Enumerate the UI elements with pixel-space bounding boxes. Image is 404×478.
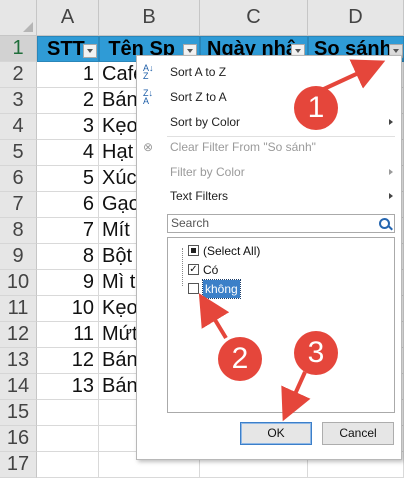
annotation-arrow-3 [281, 371, 311, 422]
annotation-badge-3: 3 [294, 331, 338, 375]
annotation-badge-1: 1 [294, 86, 338, 130]
annotation-arrows [198, 59, 386, 422]
annotation-arrow-2 [198, 293, 230, 340]
annotation-badge-2: 2 [218, 337, 262, 381]
